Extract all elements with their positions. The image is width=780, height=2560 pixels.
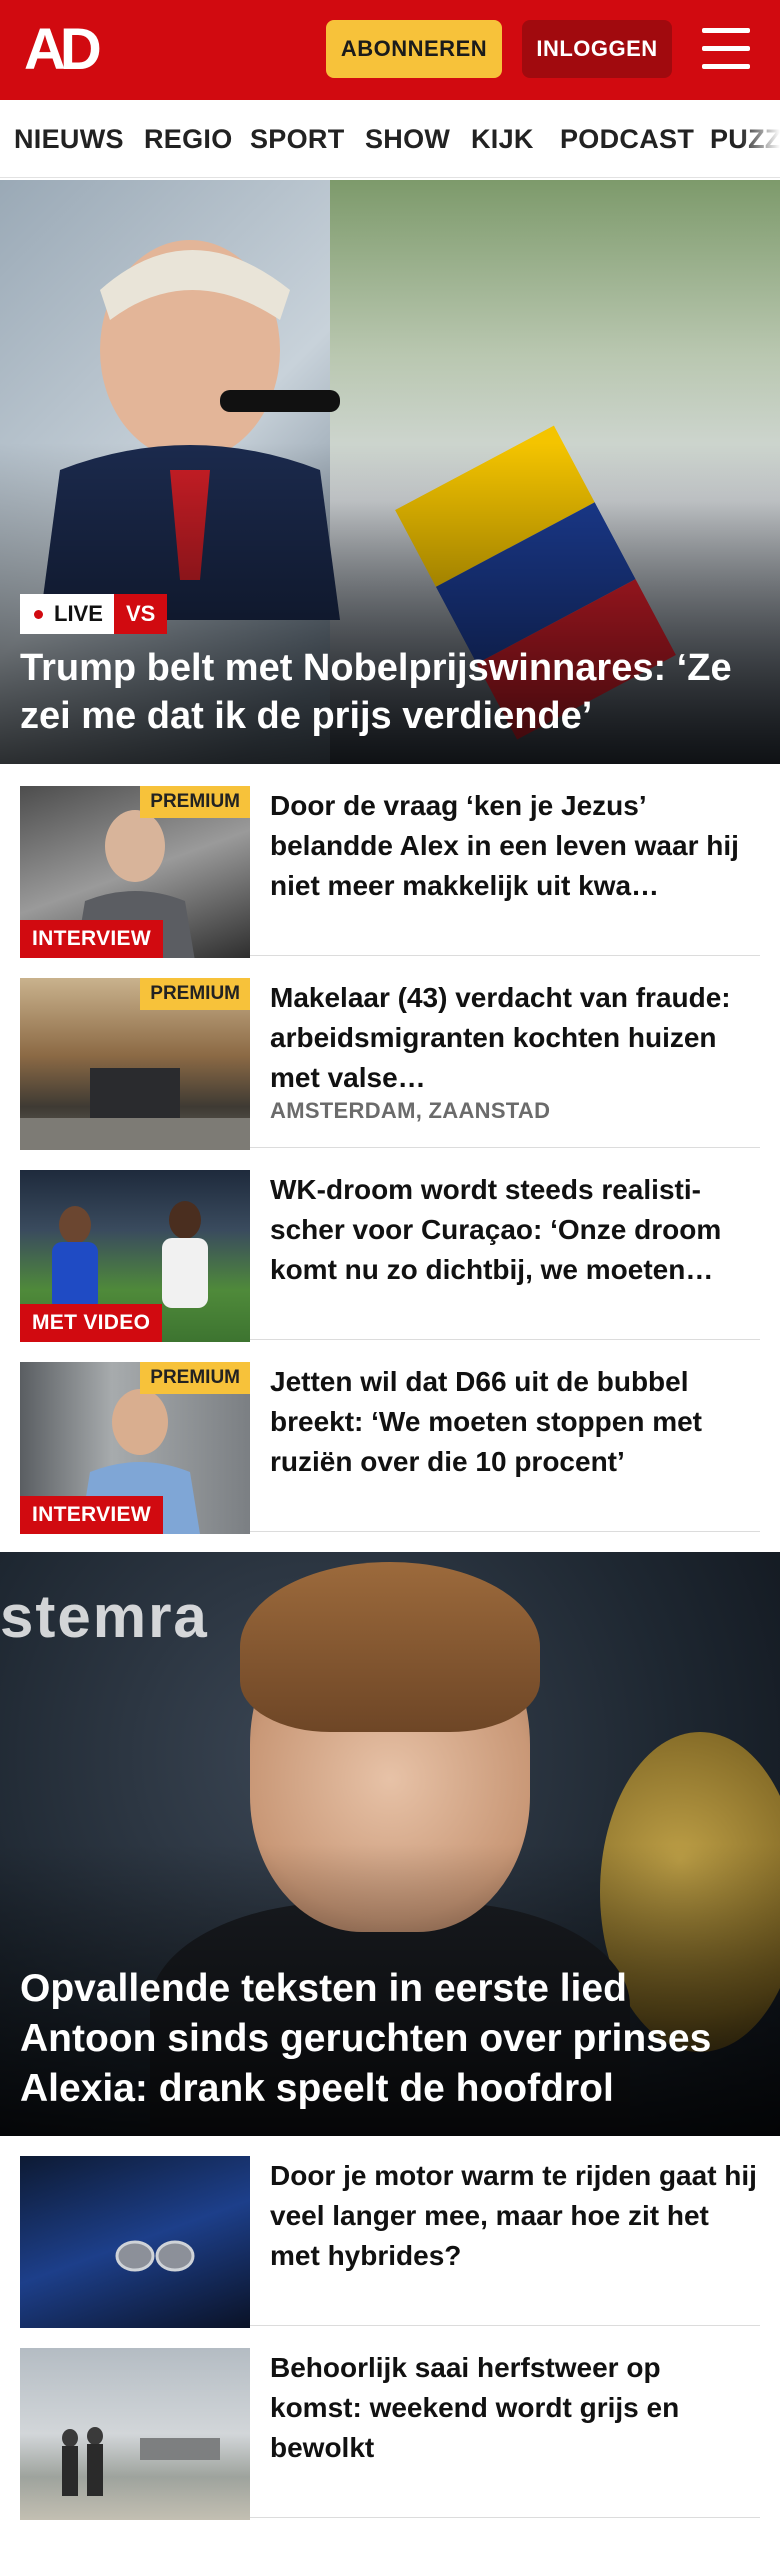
article-title[interactable]: Jetten wil dat D66 uit de bubbel breekt:… bbox=[270, 1362, 760, 1482]
hero-article-antoon[interactable]: stemra Opvallende teksten in eerste lied… bbox=[0, 1552, 780, 2136]
premium-badge: PREMIUM bbox=[140, 978, 250, 1010]
nav-item-kijk[interactable]: KIJK bbox=[471, 100, 534, 177]
nav-item-nieuws[interactable]: NIEUWS bbox=[14, 100, 124, 177]
nav-fade bbox=[740, 100, 780, 177]
article-item[interactable]: PREMIUM Makelaar (43) verdacht van fraud… bbox=[20, 958, 760, 1150]
article-thumbnail: PREMIUM INTERVIEW bbox=[20, 1362, 250, 1534]
nav-item-regio[interactable]: REGIO bbox=[144, 100, 233, 177]
article-item[interactable]: Door je motor warm te rijden gaat hij ve… bbox=[20, 2136, 760, 2328]
premium-badge: PREMIUM bbox=[140, 786, 250, 818]
live-badge: LIVE bbox=[20, 594, 115, 634]
interview-badge: INTERVIEW bbox=[20, 920, 163, 958]
building-image bbox=[20, 1068, 250, 1150]
article-title[interactable]: WK-droom wordt steeds realisti-scher voo… bbox=[270, 1170, 760, 1294]
article-thumbnail: MET VIDEO bbox=[20, 1170, 250, 1342]
article-thumbnail: PREMIUM bbox=[20, 978, 250, 1150]
nav-item-sport[interactable]: SPORT bbox=[250, 100, 345, 177]
interview-badge: INTERVIEW bbox=[20, 1496, 163, 1534]
video-badge: MET VIDEO bbox=[20, 1304, 163, 1342]
article-item[interactable]: Behoorlijk saai herfstweer op komst: wee… bbox=[20, 2328, 760, 2520]
article-thumbnail: PREMIUM INTERVIEW bbox=[20, 786, 250, 958]
article-title[interactable]: Door je motor warm te rijden gaat hij ve… bbox=[270, 2156, 760, 2276]
article-item[interactable]: PREMIUM INTERVIEW Door de vraag ‘ken je … bbox=[20, 766, 760, 958]
article-location: AMSTERDAM, ZAANSTAD bbox=[270, 1098, 551, 1123]
article-title[interactable]: Door de vraag ‘ken je Jezus’ belandde Al… bbox=[270, 786, 760, 906]
subscribe-button[interactable]: ABONNEREN bbox=[326, 20, 502, 78]
hero-title[interactable]: Trump belt met Nobelprijswinnares: ‘Ze z… bbox=[20, 644, 760, 740]
article-thumbnail bbox=[20, 2156, 250, 2328]
article-title[interactable]: Behoorlijk saai herfstweer op komst: wee… bbox=[270, 2348, 760, 2468]
hero-title[interactable]: Opvallende teksten in eerste lied Antoon… bbox=[20, 1964, 768, 2114]
exhaust-image bbox=[115, 2240, 195, 2272]
premium-badge: PREMIUM bbox=[140, 1362, 250, 1394]
ad-logo[interactable]: AD bbox=[24, 20, 102, 80]
hamburger-menu-icon[interactable] bbox=[700, 26, 752, 72]
nav-item-show[interactable]: SHOW bbox=[365, 100, 450, 177]
article-item[interactable]: MET VIDEO WK-droom wordt steeds realisti… bbox=[20, 1150, 760, 1342]
vs-badge: VS bbox=[114, 594, 168, 634]
beach-walkers-image bbox=[62, 2427, 220, 2496]
article-title[interactable]: Makelaar (43) verdacht van fraude: arbei… bbox=[270, 978, 760, 1098]
section-nav: NIEUWS REGIO SPORT SHOW KIJK PODCAST PUZ… bbox=[0, 100, 780, 178]
article-item[interactable]: PREMIUM INTERVIEW Jetten wil dat D66 uit… bbox=[20, 1342, 760, 1534]
login-button[interactable]: INLOGGEN bbox=[522, 20, 672, 78]
article-thumbnail bbox=[20, 2348, 250, 2520]
top-bar: AD ABONNEREN INLOGGEN bbox=[0, 0, 780, 100]
nav-item-podcast[interactable]: PODCAST bbox=[560, 100, 694, 177]
hero-article-trump[interactable]: LIVE VS Trump belt met Nobelprijswinnare… bbox=[0, 180, 780, 764]
